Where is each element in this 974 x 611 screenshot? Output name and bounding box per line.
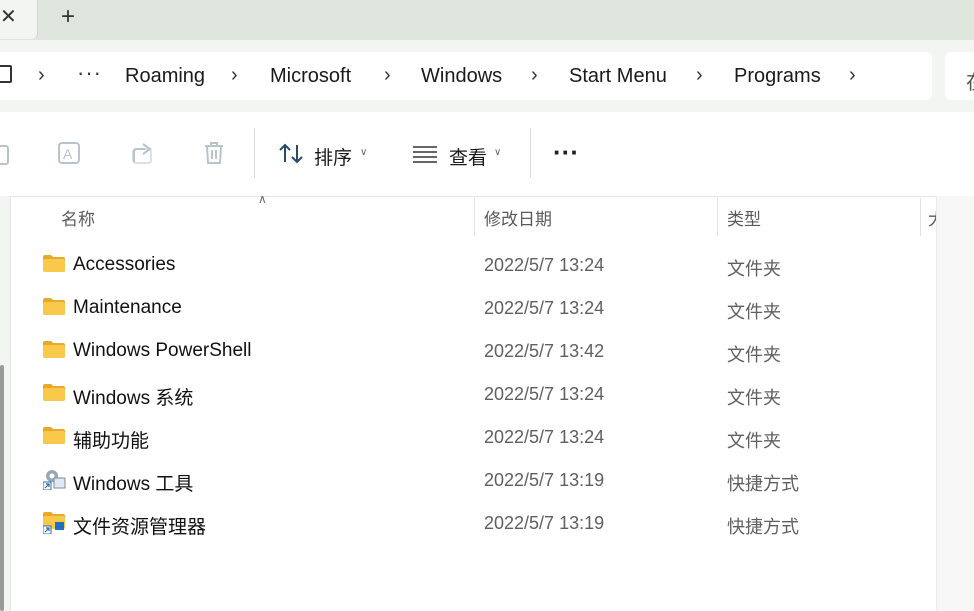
view-button[interactable]: 查看 (449, 143, 487, 170)
column-header-type[interactable]: 类型 (727, 205, 761, 230)
search-placeholder: 在 (966, 66, 974, 95)
folder-icon (43, 298, 65, 315)
file-name[interactable]: Maintenance (73, 297, 182, 319)
file-name[interactable]: Windows 系统 (73, 383, 193, 410)
chevron-right-icon[interactable]: › (531, 64, 538, 87)
breadcrumb-roaming[interactable]: Roaming (125, 65, 205, 88)
column-header-size[interactable]: 大 (928, 205, 936, 230)
folder-icon (43, 427, 65, 444)
rename-icon[interactable]: A (57, 140, 83, 171)
toolbar-separator (254, 128, 255, 178)
folder-icon (43, 255, 65, 272)
file-type: 文件夹 (727, 431, 781, 451)
details-pane-edge (936, 196, 974, 611)
file-type: 文件夹 (727, 302, 781, 322)
file-name[interactable]: 文件资源管理器 (73, 512, 206, 539)
view-icon[interactable] (412, 145, 438, 168)
column-header-name[interactable]: 名称 (61, 205, 95, 230)
file-name[interactable]: Windows PowerShell (73, 340, 251, 362)
chevron-right-icon[interactable]: › (696, 64, 703, 87)
close-tab-icon[interactable]: ✕ (0, 6, 17, 28)
file-date: 2022/5/7 13:19 (484, 470, 605, 490)
tools-shortcut-icon (43, 468, 67, 490)
new-tab-button[interactable]: + (61, 4, 75, 30)
file-date: 2022/5/7 13:24 (484, 298, 605, 318)
breadcrumb-programs[interactable]: Programs (734, 65, 821, 88)
file-type: 文件夹 (727, 345, 781, 365)
file-name[interactable]: Windows 工具 (73, 469, 193, 496)
folder-icon (43, 384, 65, 401)
file-type: 快捷方式 (727, 517, 799, 537)
breadcrumb-overflow-button[interactable]: ··· (77, 60, 102, 86)
this-pc-icon[interactable] (0, 65, 12, 83)
breadcrumb-start-menu[interactable]: Start Menu (569, 65, 667, 88)
sort-button[interactable]: 排序 (314, 143, 352, 170)
sort-ascending-icon: ∧ (258, 192, 267, 206)
explorer-shortcut-icon (43, 512, 67, 534)
more-options-button[interactable]: ··· (553, 137, 579, 168)
file-type: 文件夹 (727, 388, 781, 408)
file-type: 文件夹 (727, 259, 781, 279)
chevron-down-icon[interactable]: ∨ (494, 147, 501, 158)
toolbar-separator (530, 128, 531, 178)
column-divider[interactable] (920, 198, 921, 236)
delete-icon[interactable] (202, 140, 226, 171)
file-date: 2022/5/7 13:24 (484, 384, 605, 404)
sort-icon[interactable] (278, 142, 306, 171)
copy-icon[interactable] (0, 140, 10, 171)
file-type: 快捷方式 (727, 474, 799, 494)
chevron-right-icon[interactable]: › (849, 64, 856, 87)
chevron-down-icon[interactable]: ∨ (360, 147, 367, 158)
column-header-date[interactable]: 修改日期 (484, 205, 552, 230)
file-name[interactable]: Accessories (73, 254, 175, 276)
file-name[interactable]: 辅助功能 (73, 426, 149, 453)
share-icon[interactable] (130, 140, 156, 171)
file-date: 2022/5/7 13:19 (484, 513, 605, 533)
folder-icon (43, 341, 65, 358)
chevron-right-icon[interactable]: › (38, 64, 45, 87)
svg-text:A: A (63, 146, 73, 162)
navigation-scrollbar[interactable] (0, 365, 4, 611)
chevron-right-icon[interactable]: › (231, 64, 238, 87)
breadcrumb-windows[interactable]: Windows (421, 65, 502, 88)
file-date: 2022/5/7 13:42 (484, 341, 605, 361)
file-date: 2022/5/7 13:24 (484, 427, 605, 447)
tab-strip (0, 0, 974, 40)
file-date: 2022/5/7 13:24 (484, 255, 605, 275)
breadcrumb-microsoft[interactable]: Microsoft (270, 65, 351, 88)
column-divider[interactable] (474, 198, 475, 236)
chevron-right-icon[interactable]: › (384, 64, 391, 87)
column-divider[interactable] (717, 198, 718, 236)
